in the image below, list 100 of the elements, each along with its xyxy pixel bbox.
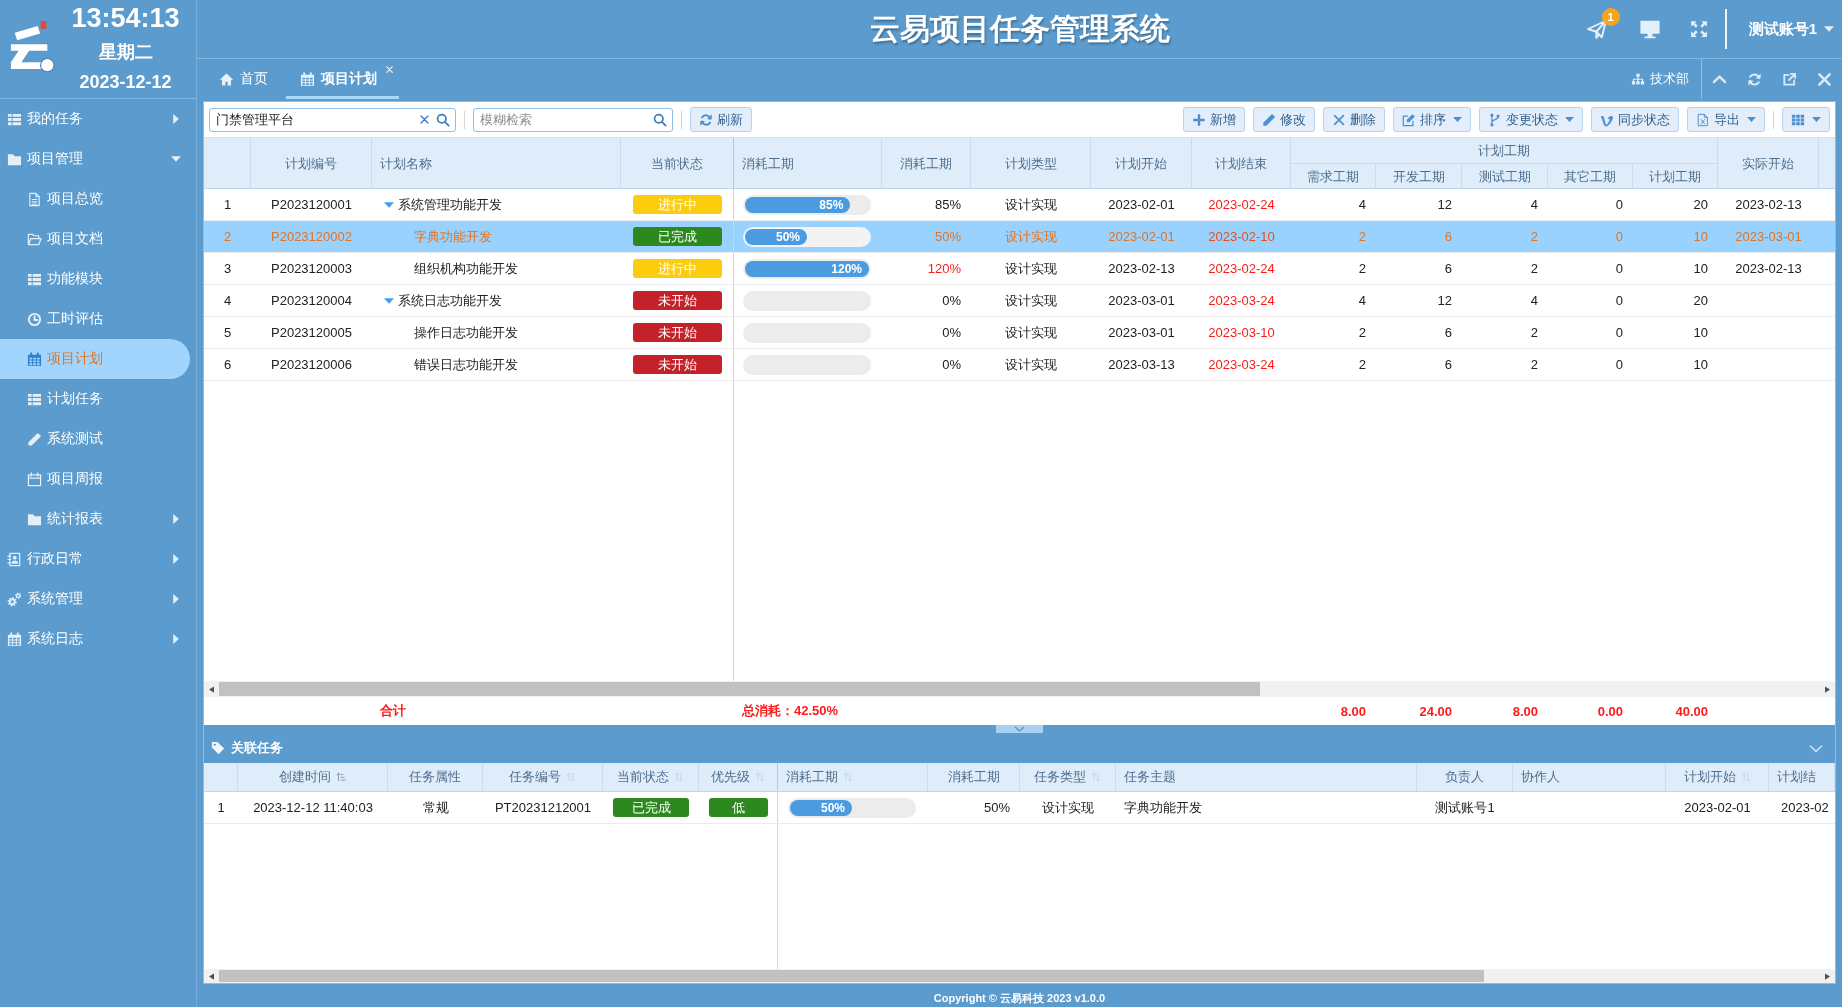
list-icon — [27, 391, 42, 407]
start-date: 2023-03-01 — [1108, 325, 1175, 340]
progress-label: 120% — [831, 261, 863, 276]
edit-icon — [1402, 112, 1416, 127]
export-button[interactable]: 导出 — [1687, 107, 1765, 132]
menu-item[interactable]: 计划任务 — [0, 379, 190, 419]
horizontal-scrollbar[interactable] — [204, 969, 1835, 983]
tab[interactable]: 首页 — [211, 59, 276, 99]
collapse-tab-icon[interactable] — [996, 725, 1043, 733]
chevron-down-icon[interactable] — [1809, 743, 1823, 753]
user-menu-button[interactable]: 测试账号1 — [1748, 19, 1834, 39]
column-header: 任务类型 — [1034, 768, 1086, 786]
task-owner: 测试账号1 — [1435, 798, 1495, 817]
fullscreen-icon[interactable] — [1689, 20, 1708, 38]
task-subject: 字典功能开发 — [1124, 798, 1202, 817]
scroll-right-icon[interactable] — [1825, 972, 1830, 980]
project-filter-field[interactable]: 门禁管理平台 — [209, 107, 456, 132]
change-status-button[interactable]: 变更状态 — [1479, 107, 1583, 132]
table-row[interactable]: 6 P2023120006 错误日志功能开发 未开始 0% 设计实现 2023-03-13 2023-03-24 2 6 2 0 10 — [204, 349, 1835, 381]
menu-item[interactable]: 项目管理 — [0, 139, 190, 179]
table-row[interactable]: 2 P2023120002 字典功能开发 已完成 50% 50% 设计实现 2023-02-01 2023-02-10 2 6 2 0 10 2023-03-01 — [204, 221, 1835, 253]
column-header: 任务编号 — [509, 768, 561, 786]
menu-item[interactable]: 项目文档 — [0, 219, 190, 259]
column-header: 消耗工期 — [786, 768, 838, 786]
consumed-percent: 120% — [927, 261, 961, 276]
menu-item[interactable]: 功能模块 — [0, 259, 190, 299]
sort-arrows-icon[interactable] — [674, 772, 684, 782]
plan-code: P2023120003 — [271, 261, 352, 276]
caret-down-icon[interactable] — [384, 201, 394, 208]
end-date: 2023-02-10 — [1208, 229, 1275, 244]
menu-item[interactable]: 系统日志 — [0, 619, 190, 659]
chevron-up-icon[interactable] — [1712, 74, 1727, 84]
search-field[interactable]: 模糊检索 — [473, 107, 673, 132]
clear-icon[interactable] — [419, 114, 430, 125]
table-row[interactable]: 3 P2023120003 组织机构功能开发 进行中 120% 120% 设计实现 2023-02-13 2023-02-24 2 6 2 0 10 2023-02-13 — [204, 253, 1835, 285]
department-button[interactable]: 技术部 — [1631, 59, 1701, 99]
created-time: 2023-12-12 11:40:03 — [253, 800, 373, 815]
horizontal-scrollbar[interactable] — [204, 681, 1835, 697]
add-button[interactable]: 新增 — [1183, 107, 1245, 132]
sort-arrows-icon[interactable] — [1740, 772, 1751, 782]
column-header: 计划开始 — [1115, 154, 1167, 173]
menu-item[interactable]: 项目计划 — [0, 339, 190, 379]
close-tab-icon[interactable] — [385, 65, 394, 74]
table-row[interactable]: 5 P2023120005 操作日志功能开发 未开始 0% 设计实现 2023-03-01 2023-03-10 2 6 2 0 10 — [204, 317, 1835, 349]
plan-code: P2023120005 — [271, 325, 352, 340]
search-icon[interactable] — [653, 112, 667, 127]
edit-button[interactable]: 修改 — [1253, 107, 1315, 132]
calendar-icon — [27, 351, 42, 367]
menu-item[interactable]: 系统测试 — [0, 419, 190, 459]
menu-item[interactable]: 行政日常 — [0, 539, 190, 579]
sort-arrows-icon[interactable] — [843, 772, 853, 782]
scrollbar-thumb[interactable] — [219, 682, 1260, 696]
scrollbar-thumb[interactable] — [219, 970, 1484, 982]
scroll-left-icon[interactable] — [209, 685, 214, 693]
tag-icon — [211, 741, 225, 755]
menu-item[interactable]: 项目周报 — [0, 459, 190, 499]
refresh-button[interactable]: 刷新 — [690, 107, 752, 132]
refresh-icon[interactable] — [1747, 71, 1762, 87]
scroll-left-icon[interactable] — [209, 972, 214, 980]
search-icon[interactable] — [436, 112, 450, 127]
status-badge: 进行中 — [632, 259, 722, 278]
scroll-right-icon[interactable] — [1825, 685, 1830, 693]
column-view-button[interactable] — [1782, 107, 1830, 132]
menu-item[interactable]: 项目总览 — [0, 179, 190, 219]
menu-item[interactable]: 系统管理 — [0, 579, 190, 619]
splitter-bar[interactable] — [204, 725, 1835, 733]
close-icon[interactable] — [1817, 71, 1832, 87]
menu-item[interactable]: 我的任务 — [0, 99, 190, 139]
sort-arrows-icon[interactable] — [566, 772, 576, 782]
sync-status-button[interactable]: 同步状态 — [1591, 107, 1679, 132]
row-number: 1 — [223, 197, 232, 212]
duration-value: 12 — [1437, 293, 1452, 308]
duration-value: 10 — [1693, 229, 1708, 244]
sort-button[interactable]: 排序 — [1393, 107, 1471, 132]
plan-type: 设计实现 — [1005, 195, 1057, 214]
caret-down-icon[interactable] — [384, 297, 394, 304]
table-row[interactable]: 1 2023-12-12 11:40:03 常规 PT20231212001 已完成 低 50% 50% 设计实现 字典功能开发 测试账号1 2023-02-01 2023-02 — [204, 792, 1835, 824]
menu-item[interactable]: 统计报表 — [0, 499, 190, 539]
row-number: 2 — [223, 229, 232, 244]
calendar-icon — [27, 471, 42, 487]
sort-arrows-icon[interactable] — [755, 772, 765, 782]
sort-arrows-icon[interactable] — [1091, 772, 1101, 782]
column-group-header: 计划工期 — [1478, 141, 1530, 160]
table-row[interactable]: 4 P2023120004 系统日志功能开发 未开始 0% 设计实现 2023-03-01 2023-03-24 4 12 4 0 20 — [204, 285, 1835, 317]
monitor-icon[interactable] — [1637, 18, 1662, 40]
plan-name: 系统管理功能开发 — [398, 195, 502, 214]
column-header: 计划类型 — [1004, 154, 1057, 173]
paper-plane-icon[interactable] — [1585, 18, 1608, 40]
duration-value: 10 — [1693, 325, 1708, 340]
delete-button[interactable]: 删除 — [1323, 107, 1385, 132]
sort-ascending-icon[interactable] — [336, 772, 346, 782]
start-date: 2023-03-01 — [1108, 293, 1175, 308]
column-header: 负责人 — [1445, 768, 1484, 786]
column-header: 当前状态 — [651, 154, 703, 173]
table-row[interactable]: 1 P2023120001 系统管理功能开发 进行中 85% 85% 设计实现 2023-02-01 2023-02-24 4 12 4 0 20 2023-02-13 — [204, 189, 1835, 221]
end-date: 2023-02 — [1781, 800, 1829, 815]
external-link-icon[interactable] — [1782, 71, 1797, 87]
plan-name: 组织机构功能开发 — [414, 259, 518, 278]
duration-value: 6 — [1444, 357, 1452, 372]
menu-item[interactable]: 工时评估 — [0, 299, 190, 339]
